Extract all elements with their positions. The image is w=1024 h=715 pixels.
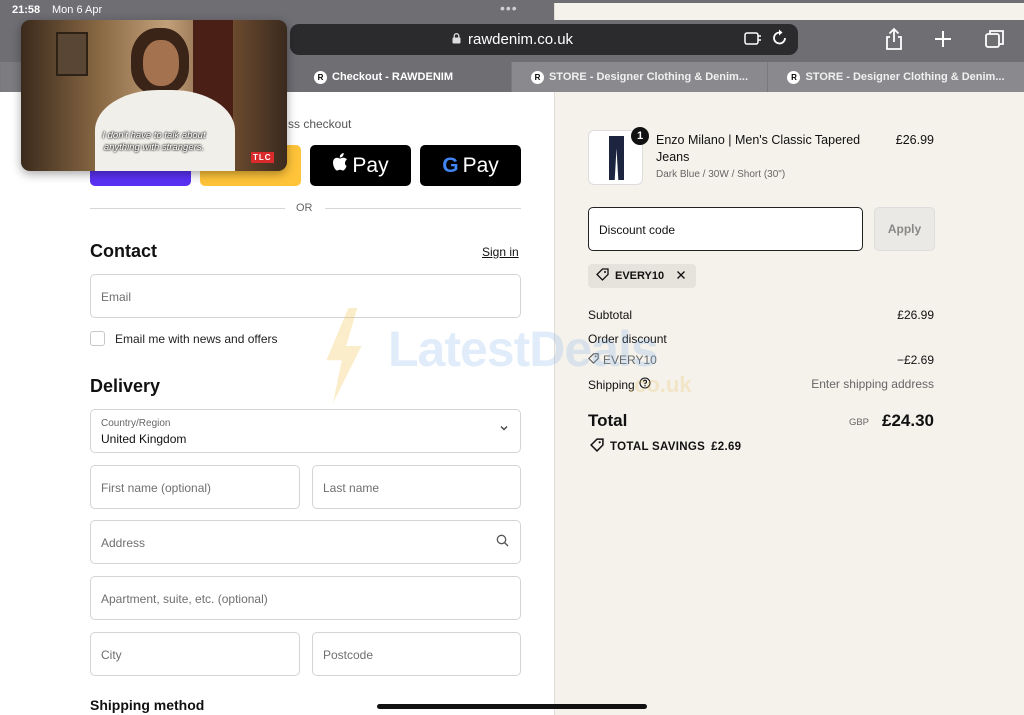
country-select[interactable]: Country/Region United Kingdom — [90, 409, 521, 453]
share-icon[interactable] — [884, 27, 904, 56]
savings-value: £2.69 — [711, 440, 742, 453]
video-wall-frame — [56, 32, 88, 76]
product-name: Enzo Milano | Men's Classic Tapered Jean… — [656, 133, 861, 164]
discount-code-input[interactable]: Discount code — [588, 207, 863, 251]
country-value: United Kingdom — [101, 432, 187, 446]
total-currency: GBP — [848, 417, 869, 428]
tab-store-1[interactable]: R STORE - Designer Clothing & Denim... — [511, 62, 767, 92]
chevron-down-icon — [499, 423, 509, 436]
subtitle-line-1: I don't have to talk about — [102, 130, 206, 141]
multitasking-dots[interactable]: ••• — [500, 1, 518, 15]
savings-label: TOTAL SAVINGS — [610, 440, 706, 453]
apple-pay-label: Pay — [352, 153, 389, 177]
total-label: Total — [588, 411, 628, 430]
email-placeholder: Email — [101, 290, 132, 304]
address-field[interactable]: Address — [90, 520, 521, 564]
shipping-value: Enter shipping address — [811, 377, 934, 391]
address-bar[interactable]: rawdenim.co.uk — [290, 24, 798, 55]
status-bar: 21:58 Mon 6 Apr ••• 7% — [0, 0, 1024, 626]
reload-icon[interactable] — [772, 29, 788, 52]
last-name-field[interactable]: Last name — [312, 465, 521, 509]
newsletter-label[interactable]: Email me with news and offers — [115, 332, 278, 346]
or-label: OR — [296, 202, 313, 214]
delivery-heading: Delivery — [90, 376, 161, 396]
remove-discount-icon[interactable] — [676, 268, 686, 283]
channel-logo: TLC — [251, 152, 274, 163]
checkout-form: ss checkout Pay G Pay OR Contact Sign in… — [0, 92, 554, 715]
google-pay-button[interactable]: G Pay — [420, 145, 521, 186]
divider-right — [325, 208, 521, 209]
shipping-row: Shipping — [588, 377, 651, 392]
url-domain[interactable]: rawdenim.co.uk — [468, 31, 573, 48]
order-discount-value: −£2.69 — [896, 353, 934, 367]
first-name-field[interactable]: First name (optional) — [90, 465, 300, 509]
video-subtitle: I don't have to talk about anything with… — [21, 130, 287, 154]
order-discount-code-row: EVERY10 — [588, 353, 657, 367]
postcode-field[interactable]: Postcode — [312, 632, 521, 676]
new-tab-icon[interactable] — [933, 27, 953, 56]
status-date: Mon 6 Apr — [52, 4, 103, 16]
applied-discount-code: EVERY10 — [615, 270, 665, 282]
city-field[interactable]: City — [90, 632, 300, 676]
search-icon — [496, 534, 509, 550]
country-label: Country/Region — [101, 418, 171, 429]
last-name-placeholder: Last name — [323, 481, 380, 495]
address-placeholder: Address — [101, 536, 146, 550]
apple-icon — [332, 153, 348, 178]
video-person-face — [143, 40, 179, 86]
tab-store-2[interactable]: R STORE - Designer Clothing & Denim... — [767, 62, 1024, 92]
sign-in-link[interactable]: Sign in — [482, 245, 519, 259]
total-value: £24.30 — [882, 411, 934, 430]
tag-icon — [596, 268, 609, 284]
lock-icon — [452, 33, 461, 47]
apartment-placeholder: Apartment, suite, etc. (optional) — [101, 592, 268, 606]
subtitle-line-2: anything with strangers. — [103, 142, 205, 153]
product-variant: Dark Blue / 30W / Short (30") — [656, 169, 786, 180]
pip-video[interactable]: I don't have to talk about anything with… — [21, 20, 287, 171]
favicon-icon: R — [530, 70, 544, 84]
apartment-field[interactable]: Apartment, suite, etc. (optional) — [90, 576, 521, 620]
subtotal-value: £26.99 — [897, 308, 934, 322]
shipping-method-heading: Shipping method — [90, 697, 205, 713]
subtotal-label: Subtotal — [588, 308, 633, 322]
city-placeholder: City — [101, 648, 122, 662]
google-pay-label: Pay — [462, 153, 499, 177]
tag-icon — [588, 353, 599, 367]
express-checkout-label: ss checkout — [288, 117, 352, 131]
total-savings: TOTAL SAVINGS £2.69 — [590, 438, 741, 455]
applied-discount-chip: EVERY10 — [588, 264, 696, 288]
favicon-icon: R — [787, 70, 801, 84]
shipping-label: Shipping — [588, 377, 635, 392]
tab-label: STORE - Designer Clothing & Denim... — [548, 71, 749, 83]
product-price: £26.99 — [895, 133, 934, 147]
google-g-icon: G — [442, 153, 459, 177]
tab-checkout-rawdenim[interactable]: R Checkout - RAWDENIM — [255, 62, 511, 92]
favicon-icon: R — [314, 70, 327, 84]
divider-left — [90, 208, 285, 209]
apple-pay-button[interactable]: Pay — [310, 145, 411, 186]
tabs-overview-icon[interactable] — [984, 27, 1006, 56]
discount-placeholder: Discount code — [599, 223, 676, 237]
status-time: 21:58 — [12, 4, 41, 16]
order-discount-code: EVERY10 — [603, 353, 657, 367]
reader-icon[interactable] — [744, 31, 762, 50]
order-discount-label: Order discount — [588, 332, 667, 346]
contact-heading: Contact — [90, 241, 157, 261]
quantity-badge: 1 — [631, 127, 649, 145]
help-icon[interactable] — [639, 377, 651, 392]
tab-label: Checkout - RAWDENIM — [332, 71, 453, 83]
apply-button[interactable]: Apply — [874, 207, 935, 251]
email-field[interactable]: Email — [90, 274, 521, 318]
newsletter-checkbox[interactable] — [90, 331, 105, 346]
jeans-image — [609, 136, 624, 180]
home-indicator[interactable] — [377, 704, 647, 709]
tab-label: STORE - Designer Clothing & Denim... — [805, 71, 1005, 83]
order-summary: 1 Enzo Milano | Men's Classic Tapered Je… — [554, 92, 1024, 715]
postcode-placeholder: Postcode — [323, 648, 374, 662]
first-name-placeholder: First name (optional) — [101, 481, 212, 495]
tag-icon — [590, 438, 604, 455]
